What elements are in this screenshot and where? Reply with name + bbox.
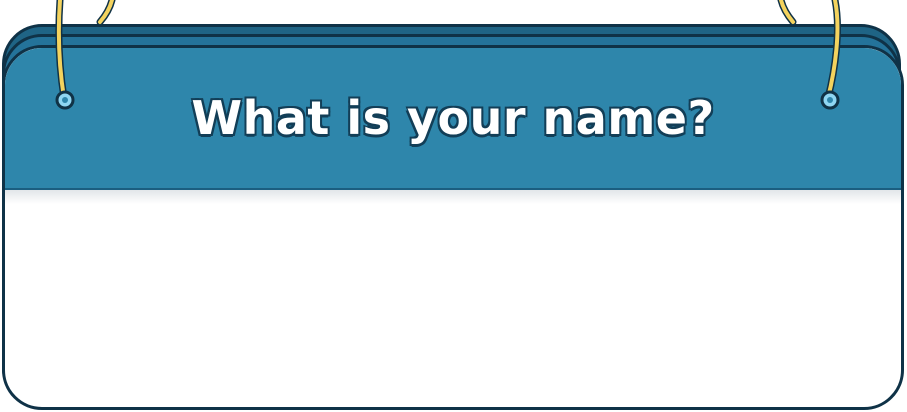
name-card: What is your name? xyxy=(2,45,904,410)
left-short-string xyxy=(96,0,116,26)
left-short-string-highlight xyxy=(98,0,114,24)
question-title: What is your name? xyxy=(190,90,715,146)
name-answer-area[interactable] xyxy=(15,208,895,398)
name-sign-panel: What is your name? xyxy=(0,0,907,412)
right-short-string-highlight xyxy=(779,0,795,24)
right-short-string xyxy=(777,0,797,26)
header-shadow xyxy=(5,190,901,204)
